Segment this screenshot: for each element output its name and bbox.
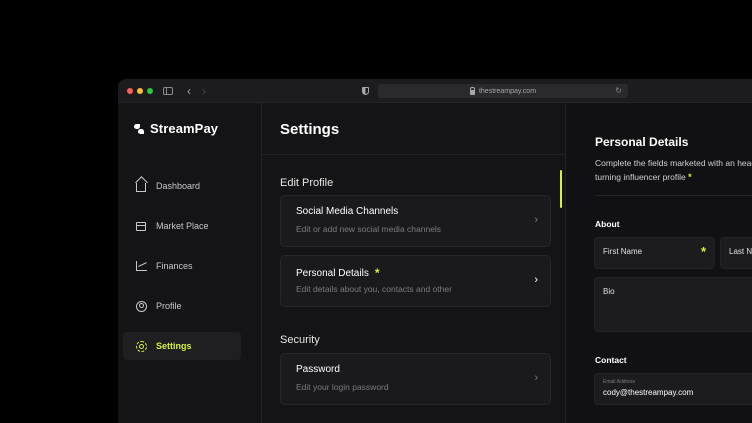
email-field[interactable]: Email Address cody@thestreampay.com xyxy=(594,373,752,405)
sidebar-item-finances[interactable]: Finances xyxy=(123,252,241,280)
required-asterisk-icon: * xyxy=(688,172,692,182)
close-window-button[interactable] xyxy=(127,88,133,94)
chart-icon xyxy=(135,260,147,272)
password-card[interactable]: Password Edit your login password › xyxy=(280,353,551,405)
gear-icon xyxy=(135,340,147,352)
forward-arrow-icon[interactable]: › xyxy=(199,84,209,98)
privacy-shield-icon[interactable] xyxy=(360,84,370,98)
edit-profile-heading: Edit Profile xyxy=(280,177,334,189)
sidebar-item-label: Profile xyxy=(156,301,182,311)
settings-panel: Settings Edit Profile Social Media Chann… xyxy=(262,103,565,423)
security-heading: Security xyxy=(280,334,320,346)
browser-window: ‹ › thestreampay.com ↻ StreamPay Dashboa… xyxy=(118,79,752,423)
lock-icon xyxy=(469,86,476,95)
address-bar[interactable]: thestreampay.com ↻ xyxy=(378,84,628,98)
back-arrow-icon[interactable]: ‹ xyxy=(184,84,194,98)
scroll-indicator[interactable] xyxy=(560,170,562,208)
browser-titlebar: ‹ › thestreampay.com ↻ xyxy=(118,79,752,103)
card-title: Personal Details * xyxy=(296,266,380,280)
sidebar-item-dashboard[interactable]: Dashboard xyxy=(123,172,241,200)
divider xyxy=(595,195,752,196)
email-value: cody@thestreampay.com xyxy=(603,388,694,397)
brand[interactable]: StreamPay xyxy=(134,121,218,136)
field-label: Email Address xyxy=(603,379,635,385)
profile-icon xyxy=(135,300,147,312)
required-asterisk-icon: * xyxy=(700,244,706,259)
panel-title: Personal Details xyxy=(595,135,689,149)
settings-header: Settings xyxy=(262,103,565,155)
card-subtitle: Edit or add new social media channels xyxy=(296,224,442,234)
sidebar-item-profile[interactable]: Profile xyxy=(123,292,241,320)
home-icon xyxy=(135,180,147,192)
maximize-window-button[interactable] xyxy=(147,88,153,94)
sidebar-item-label: Market Place xyxy=(156,221,209,231)
page-title: Settings xyxy=(280,121,340,138)
sidebar-toggle-icon[interactable] xyxy=(162,84,174,98)
personal-details-card[interactable]: Personal Details * Edit details about yo… xyxy=(280,255,551,307)
panel-description: Complete the fields marketed with an hea… xyxy=(595,158,752,182)
about-heading: About xyxy=(595,219,620,229)
store-icon xyxy=(135,220,147,232)
contact-heading: Contact xyxy=(595,355,627,365)
sidebar: StreamPay Dashboard Market Place Finance… xyxy=(118,103,262,423)
sidebar-item-label: Finances xyxy=(156,261,193,271)
streampay-logo-icon xyxy=(134,123,144,134)
last-name-field[interactable]: Last Na xyxy=(720,237,752,269)
chevron-right-icon: › xyxy=(534,274,538,286)
sidebar-item-label: Settings xyxy=(156,341,192,351)
minimize-window-button[interactable] xyxy=(137,88,143,94)
social-media-channels-card[interactable]: Social Media Channels Edit or add new so… xyxy=(280,195,551,247)
first-name-field[interactable]: First Name * xyxy=(594,237,715,269)
card-title: Social Media Channels xyxy=(296,206,399,217)
sidebar-item-label: Dashboard xyxy=(156,181,201,191)
chevron-right-icon: › xyxy=(534,372,538,384)
brand-name: StreamPay xyxy=(150,121,219,136)
field-label: First Name xyxy=(603,247,643,256)
required-asterisk-icon: * xyxy=(374,266,380,280)
sidebar-item-settings[interactable]: Settings xyxy=(123,332,241,360)
field-label: Bio xyxy=(603,287,615,296)
card-subtitle: Edit your login password xyxy=(296,382,389,392)
bio-field[interactable]: Bio xyxy=(594,277,752,332)
url-text: thestreampay.com xyxy=(478,87,537,95)
reload-icon[interactable]: ↻ xyxy=(615,86,622,95)
sidebar-item-market-place[interactable]: Market Place xyxy=(123,212,241,240)
field-label: Last Na xyxy=(729,247,752,256)
card-subtitle: Edit details about you, contacts and oth… xyxy=(296,284,452,294)
personal-details-panel: Personal Details Complete the fields mar… xyxy=(565,103,752,423)
chevron-right-icon: › xyxy=(534,214,538,226)
card-title: Password xyxy=(296,364,340,375)
